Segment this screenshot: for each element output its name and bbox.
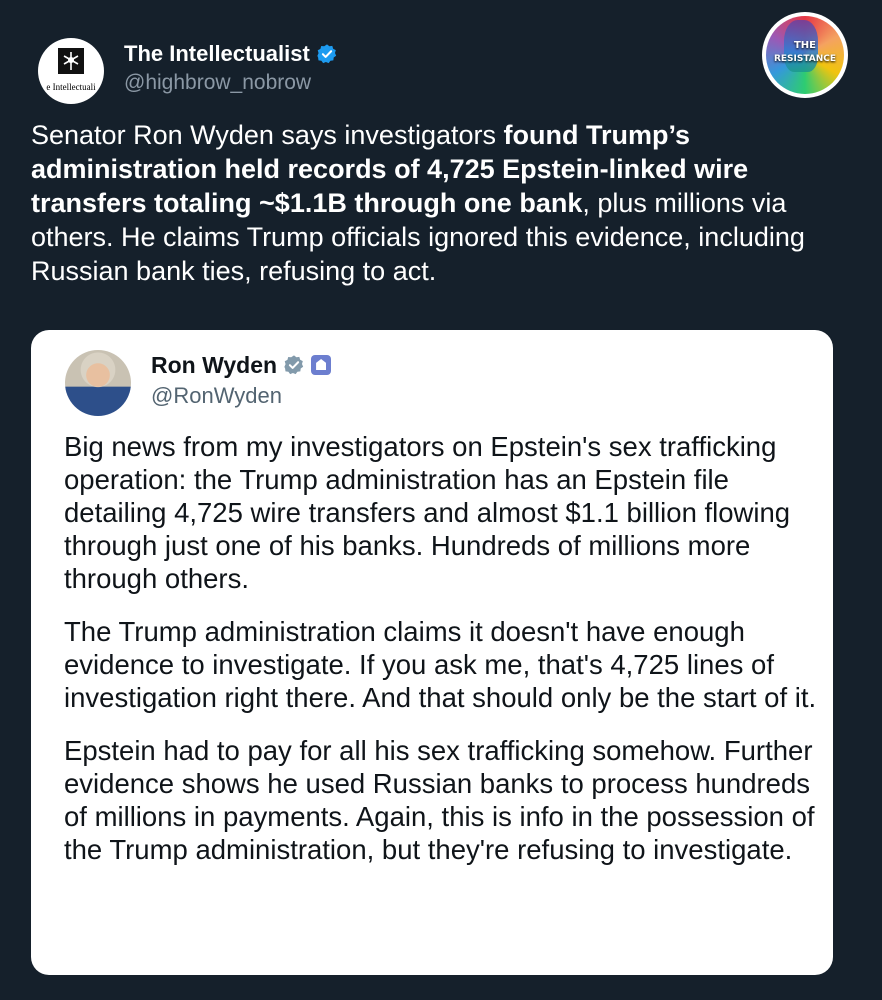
avatar-logo-text: e Intellectuali: [46, 82, 96, 92]
quoted-tweet-card[interactable]: Ron Wyden @RonWyden Big news from my inv…: [31, 330, 833, 975]
quoted-paragraph: The Trump administration claims it doesn…: [64, 616, 817, 713]
quoted-paragraph: Epstein had to pay for all his sex traff…: [64, 735, 815, 865]
gray-verified-badge-icon: [284, 355, 304, 375]
quoted-name-text: Ron Wyden: [151, 352, 278, 378]
tweet-header: e Intellectuali The Intellectualist @hig…: [38, 12, 848, 108]
author-avatar[interactable]: e Intellectuali: [38, 38, 104, 104]
quoted-tweet-body: Big news from my investigators on Epstei…: [64, 430, 824, 886]
quoted-handle[interactable]: @RonWyden: [151, 380, 331, 412]
author-names: The Intellectualist @highbrow_nobrow: [124, 40, 338, 98]
author-display-name[interactable]: The Intellectualist: [124, 40, 338, 68]
tweet-text-part1: Senator Ron Wyden says investigators: [31, 120, 504, 150]
government-building-icon: [311, 355, 332, 375]
verified-badge-icon: [317, 44, 336, 64]
quoted-author-avatar[interactable]: [65, 350, 131, 416]
intellectualist-logo-icon: [58, 48, 84, 74]
author-name-text: The Intellectualist: [124, 41, 310, 66]
quoted-display-name[interactable]: Ron Wyden: [151, 350, 332, 380]
quoted-author-names: Ron Wyden @RonWyden: [151, 350, 332, 412]
tweet-text: Senator Ron Wyden says investigators fou…: [31, 118, 853, 288]
quoted-paragraph: Big news from my investigators on Epstei…: [64, 431, 791, 594]
badge-line-2: RESISTANCE: [773, 54, 837, 64]
resistance-badge: THE RESISTANCE: [762, 12, 848, 98]
author-handle[interactable]: @highbrow_nobrow: [124, 68, 338, 98]
badge-line-1: THE: [793, 40, 817, 51]
